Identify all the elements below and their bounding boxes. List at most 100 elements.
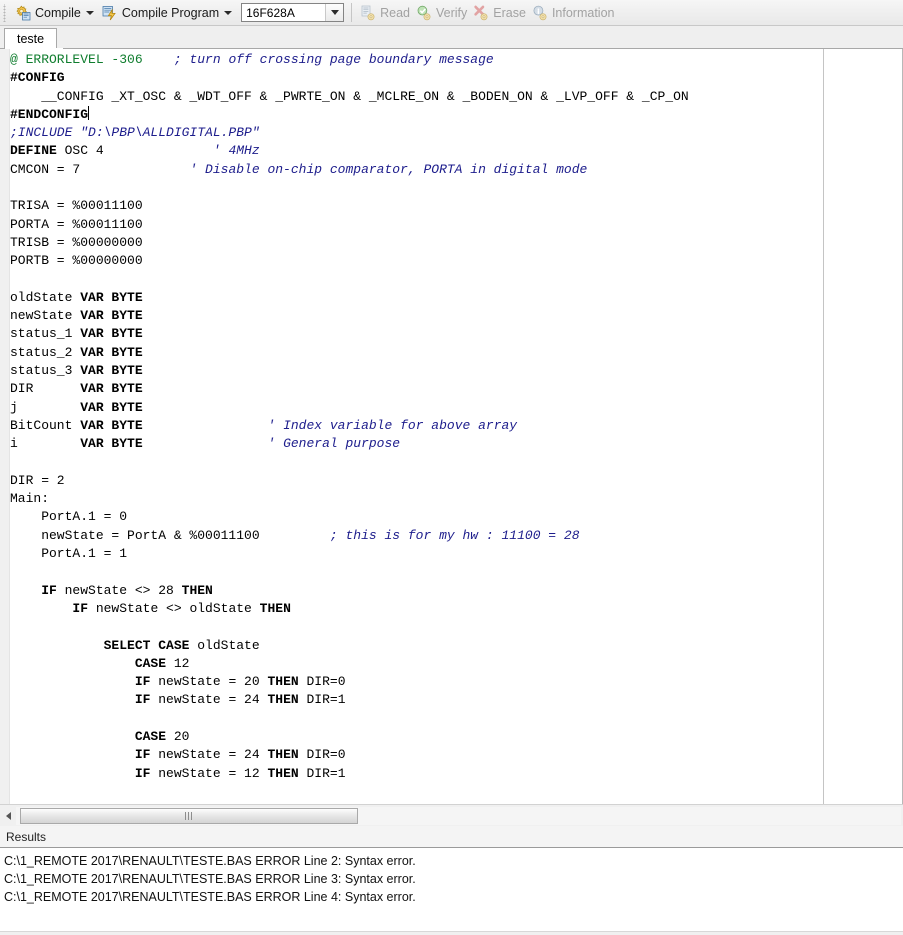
code-line: status_3 VAR BYTE bbox=[10, 362, 902, 380]
toolbar-divider bbox=[351, 3, 353, 22]
code-token: DIR=0 bbox=[298, 674, 346, 690]
window-bottom-edge bbox=[0, 931, 903, 935]
code-line: i VAR BYTE ' General purpose bbox=[10, 435, 902, 453]
code-token: PORTA = %00011100 bbox=[10, 216, 143, 232]
code-line: @ ERRORLEVEL -306 ; turn off crossing pa… bbox=[10, 51, 902, 69]
information-button[interactable]: Information bbox=[529, 2, 618, 24]
code-token: #ENDCONFIG bbox=[10, 106, 89, 122]
code-line: #CONFIG bbox=[10, 69, 902, 87]
code-token: IF bbox=[134, 692, 151, 708]
compile-button[interactable]: Compile bbox=[12, 2, 99, 24]
hscroll-chevron-left-icon[interactable] bbox=[2, 809, 14, 823]
code-token: ; this is for my hw : 11100 = 28 bbox=[329, 527, 580, 543]
compile-chevron-down-icon[interactable] bbox=[85, 10, 94, 15]
results-line[interactable]: C:\1_REMOTE 2017\RENAULT\TESTE.BAS ERROR… bbox=[4, 888, 903, 906]
code-token: SELECT CASE bbox=[103, 637, 190, 653]
tab-teste-label: teste bbox=[17, 32, 45, 46]
code-line: DIR = 2 bbox=[10, 472, 902, 490]
code-token: ' 4MHz bbox=[212, 143, 260, 159]
read-button[interactable]: Read bbox=[357, 2, 413, 24]
code-token: PORTB = %00000000 bbox=[10, 253, 143, 269]
code-token: CMCON = 7 bbox=[10, 161, 190, 177]
code-token: DIR=1 bbox=[298, 692, 346, 708]
hscroll-thumb[interactable] bbox=[20, 808, 358, 824]
compile-program-button[interactable]: Compile Program bbox=[99, 2, 237, 24]
code-line: oldState VAR BYTE bbox=[10, 289, 902, 307]
code-token: ' Index variable for above array bbox=[267, 417, 518, 433]
information-label: Information bbox=[551, 5, 615, 20]
code-token: PortA.1 = 1 bbox=[10, 546, 128, 562]
code-line: PortA.1 = 0 bbox=[10, 508, 902, 526]
code-line: TRISA = %00011100 bbox=[10, 197, 902, 215]
results-line[interactable]: C:\1_REMOTE 2017\RENAULT\TESTE.BAS ERROR… bbox=[4, 870, 903, 888]
editor-horizontal-scrollbar[interactable] bbox=[0, 804, 903, 826]
erase-label: Erase bbox=[493, 5, 526, 20]
drag-grip-icon[interactable] bbox=[2, 3, 9, 22]
code-line: IF newState = 24 THEN DIR=0 bbox=[10, 746, 902, 764]
code-token: PortA.1 = 0 bbox=[10, 509, 128, 525]
code-token: VAR BYTE bbox=[80, 399, 143, 415]
results-list[interactable]: C:\1_REMOTE 2017\RENAULT\TESTE.BAS ERROR… bbox=[0, 848, 903, 935]
main-toolbar: Compile Compile Program 16F628A Read Ver… bbox=[0, 0, 903, 26]
code-line: ;INCLUDE "D:\PBP\ALLDIGITAL.PBP" bbox=[10, 124, 902, 142]
code-token: newState <> oldState bbox=[88, 600, 260, 616]
read-document-icon bbox=[360, 5, 376, 21]
code-token: TRISA = %00011100 bbox=[10, 198, 143, 214]
code-token: DEFINE bbox=[10, 143, 57, 159]
results-title: Results bbox=[6, 829, 47, 844]
compile-program-label: Compile Program bbox=[121, 5, 220, 20]
document-tabstrip: teste bbox=[0, 26, 903, 50]
code-token: 12 bbox=[166, 655, 190, 671]
erase-x-icon bbox=[473, 5, 489, 21]
code-token: i bbox=[10, 436, 81, 452]
tab-teste[interactable]: teste bbox=[4, 28, 58, 49]
code-line: newState VAR BYTE bbox=[10, 307, 902, 325]
device-select-chevron-down-icon[interactable] bbox=[325, 4, 344, 21]
code-token: VAR BYTE bbox=[80, 344, 143, 360]
code-token: DIR bbox=[10, 381, 81, 397]
code-token: status_3 bbox=[10, 363, 81, 379]
code-token: status_2 bbox=[10, 344, 81, 360]
code-token: j bbox=[10, 399, 81, 415]
editor-gutter bbox=[0, 49, 10, 804]
code-token: IF bbox=[134, 765, 151, 781]
code-token: BitCount bbox=[10, 417, 81, 433]
device-select[interactable]: 16F628A bbox=[241, 3, 345, 22]
app-window: Compile Compile Program 16F628A Read Ver… bbox=[0, 0, 903, 935]
code-token: VAR BYTE bbox=[80, 289, 143, 305]
code-token: THEN bbox=[259, 600, 291, 616]
code-line: PORTB = %00000000 bbox=[10, 252, 902, 270]
results-line[interactable]: C:\1_REMOTE 2017\RENAULT\TESTE.BAS ERROR… bbox=[4, 852, 903, 870]
compile-program-chevron-down-icon[interactable] bbox=[224, 10, 233, 15]
code-line: BitCount VAR BYTE ' Index variable for a… bbox=[10, 417, 902, 435]
code-token: newState = 20 bbox=[150, 674, 268, 690]
code-token: #CONFIG bbox=[10, 70, 65, 86]
code-editor[interactable]: @ ERRORLEVEL -306 ; turn off crossing pa… bbox=[0, 49, 903, 804]
code-token: THEN bbox=[267, 747, 299, 763]
code-token: status_1 bbox=[10, 326, 81, 342]
code-line: IF newState = 24 THEN DIR=1 bbox=[10, 691, 902, 709]
scroll-grip-icon bbox=[185, 812, 193, 820]
code-line: CASE 12 bbox=[10, 655, 902, 673]
editor-code-text[interactable]: @ ERRORLEVEL -306 ; turn off crossing pa… bbox=[10, 49, 902, 804]
code-line: #ENDCONFIG bbox=[10, 105, 902, 124]
erase-button[interactable]: Erase bbox=[470, 2, 529, 24]
code-token: newState = 24 bbox=[150, 692, 268, 708]
verify-button[interactable]: Verify bbox=[413, 2, 470, 24]
code-token: 20 bbox=[166, 728, 190, 744]
code-line: IF newState <> oldState THEN bbox=[10, 600, 902, 618]
code-token: DIR = 2 bbox=[10, 472, 65, 488]
code-token: VAR BYTE bbox=[80, 436, 143, 452]
device-select-value: 16F628A bbox=[246, 5, 295, 20]
